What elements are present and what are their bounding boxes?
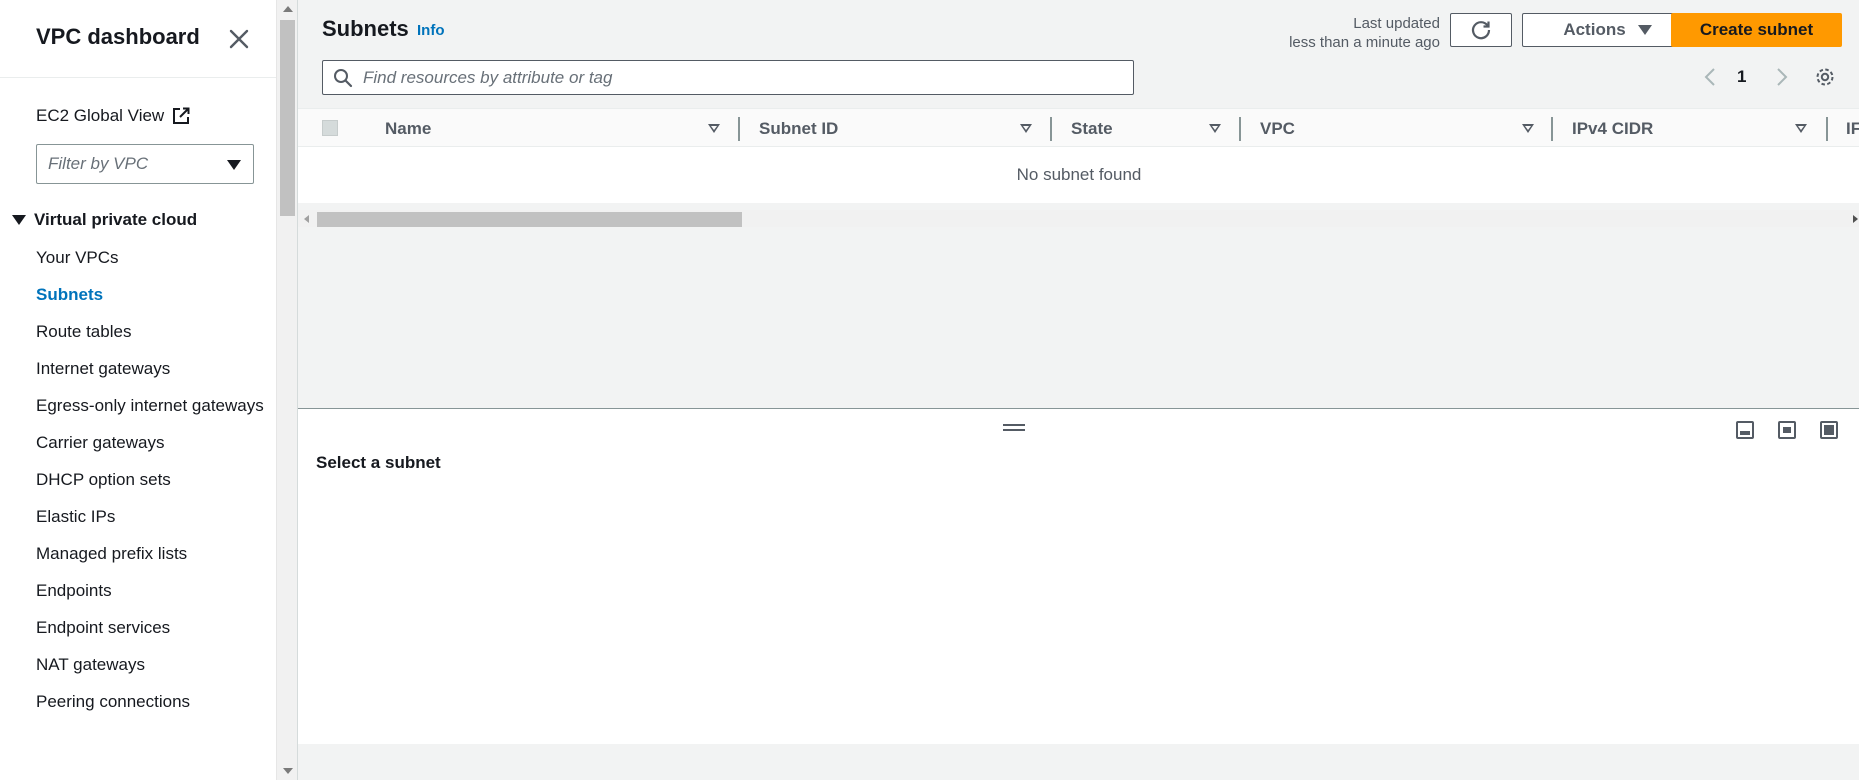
search-input[interactable]: Find resources by attribute or tag bbox=[322, 60, 1134, 95]
split-panel-side-icon[interactable] bbox=[1778, 421, 1796, 439]
sort-icon[interactable] bbox=[1522, 124, 1534, 133]
actions-button[interactable]: Actions bbox=[1522, 13, 1693, 47]
section-label: Virtual private cloud bbox=[34, 210, 198, 229]
sidebar-item-carrier-gateways[interactable]: Carrier gateways bbox=[36, 429, 266, 456]
caret-down-icon bbox=[1637, 25, 1652, 35]
sidebar-item-managed-prefix-lists[interactable]: Managed prefix lists bbox=[36, 540, 266, 567]
scrollbar-thumb[interactable] bbox=[317, 212, 742, 227]
column-label: Subnet ID bbox=[759, 118, 839, 138]
column-header-vpc[interactable]: VPC bbox=[1260, 109, 1295, 148]
subnets-table: Name Subnet ID State VPC IPv4 CIDR I No … bbox=[298, 108, 1859, 203]
column-header-ipv4-cidr[interactable]: IPv4 CIDR bbox=[1572, 109, 1653, 148]
column-label: Name bbox=[385, 118, 432, 138]
info-link[interactable]: Info bbox=[417, 22, 445, 39]
select-all-checkbox[interactable] bbox=[322, 120, 338, 136]
search-icon bbox=[334, 68, 353, 87]
refresh-button[interactable] bbox=[1450, 13, 1512, 47]
column-label: IPv4 CIDR bbox=[1572, 118, 1654, 138]
column-label: IF bbox=[1846, 118, 1859, 138]
ec2-global-view-link[interactable]: EC2 Global View bbox=[36, 106, 190, 126]
scroll-up-icon[interactable] bbox=[283, 6, 293, 12]
split-panel: Select a subnet bbox=[298, 408, 1859, 744]
sort-icon[interactable] bbox=[1020, 124, 1032, 133]
scroll-left-icon[interactable] bbox=[304, 215, 309, 223]
column-label: VPC bbox=[1260, 118, 1295, 138]
filter-by-vpc-placeholder: Filter by VPC bbox=[48, 154, 149, 173]
main-content: Subnets Info Last updated less than a mi… bbox=[297, 0, 1859, 780]
split-panel-title: Select a subnet bbox=[316, 453, 441, 472]
sort-icon[interactable] bbox=[1795, 124, 1807, 133]
sort-icon[interactable] bbox=[708, 124, 720, 133]
page-title: Subnets bbox=[322, 16, 409, 41]
column-label: State bbox=[1071, 118, 1113, 138]
sidebar-item-nat-gateways[interactable]: NAT gateways bbox=[36, 651, 266, 678]
resize-handle-icon[interactable] bbox=[1003, 424, 1025, 431]
sidebar-scrollbar[interactable] bbox=[276, 0, 297, 780]
close-icon[interactable] bbox=[226, 26, 252, 52]
sidebar-nav: Your VPCs Subnets Route tables Internet … bbox=[36, 244, 266, 715]
page-number[interactable]: 1 bbox=[1737, 67, 1746, 87]
sidebar-item-dhcp-option-sets[interactable]: DHCP option sets bbox=[36, 466, 266, 493]
caret-down-icon bbox=[12, 215, 26, 225]
sidebar-item-endpoint-services[interactable]: Endpoint services bbox=[36, 614, 266, 641]
scroll-down-icon[interactable] bbox=[283, 768, 293, 774]
refresh-icon bbox=[1471, 21, 1491, 40]
create-subnet-label: Create subnet bbox=[1699, 20, 1814, 39]
sidebar-item-peering-connections[interactable]: Peering connections bbox=[36, 688, 266, 715]
empty-state: No subnet found bbox=[1016, 165, 1142, 184]
create-subnet-button[interactable]: Create subnet bbox=[1671, 13, 1842, 47]
caret-down-icon bbox=[227, 160, 241, 170]
column-header-name[interactable]: Name bbox=[385, 109, 431, 148]
previous-page-icon[interactable] bbox=[1702, 67, 1720, 92]
search-placeholder: Find resources by attribute or tag bbox=[363, 67, 613, 87]
filter-by-vpc-select[interactable]: Filter by VPC bbox=[36, 144, 254, 184]
sidebar-item-elastic-ips[interactable]: Elastic IPs bbox=[36, 503, 266, 530]
scroll-right-icon[interactable] bbox=[1853, 215, 1858, 223]
external-link-icon bbox=[172, 107, 190, 125]
sidebar-item-egress-only-internet-gateways[interactable]: Egress-only internet gateways bbox=[36, 392, 266, 419]
column-header-state[interactable]: State bbox=[1071, 109, 1113, 148]
last-updated-value: less than a minute ago bbox=[1289, 34, 1440, 51]
sidebar-item-endpoints[interactable]: Endpoints bbox=[36, 577, 266, 604]
column-divider[interactable] bbox=[1826, 117, 1828, 141]
section-virtual-private-cloud[interactable]: Virtual private cloud bbox=[12, 210, 197, 230]
sort-icon[interactable] bbox=[1209, 124, 1221, 133]
footer-area bbox=[298, 744, 1859, 780]
column-divider[interactable] bbox=[1551, 117, 1553, 141]
split-panel-bottom-icon[interactable] bbox=[1736, 421, 1754, 439]
scrollbar-thumb[interactable] bbox=[280, 20, 295, 216]
column-header-subnet-id[interactable]: Subnet ID bbox=[759, 109, 838, 148]
table-header: Name Subnet ID State VPC IPv4 CIDR I bbox=[298, 108, 1859, 147]
column-divider[interactable] bbox=[1050, 117, 1052, 141]
column-header-truncated[interactable]: IF bbox=[1846, 109, 1859, 148]
ec2-global-view-label: EC2 Global View bbox=[36, 106, 165, 125]
sidebar-item-your-vpcs[interactable]: Your VPCs bbox=[36, 244, 266, 271]
last-updated-label: Last updated bbox=[1353, 15, 1440, 32]
column-divider[interactable] bbox=[1239, 117, 1241, 141]
sidebar-item-internet-gateways[interactable]: Internet gateways bbox=[36, 355, 266, 382]
actions-label: Actions bbox=[1563, 20, 1626, 39]
last-updated: Last updated less than a minute ago bbox=[1289, 14, 1440, 52]
sidebar-title[interactable]: VPC dashboard bbox=[36, 24, 200, 50]
sidebar-header: VPC dashboard bbox=[0, 0, 276, 78]
gear-icon[interactable] bbox=[1814, 66, 1836, 93]
sidebar: VPC dashboard EC2 Global View Filter by … bbox=[0, 0, 276, 780]
sidebar-item-subnets[interactable]: Subnets bbox=[36, 281, 266, 308]
column-divider[interactable] bbox=[738, 117, 740, 141]
sidebar-item-route-tables[interactable]: Route tables bbox=[36, 318, 266, 345]
split-panel-full-icon[interactable] bbox=[1820, 421, 1838, 439]
next-page-icon[interactable] bbox=[1772, 67, 1790, 92]
table-horizontal-scrollbar[interactable] bbox=[298, 210, 1859, 227]
